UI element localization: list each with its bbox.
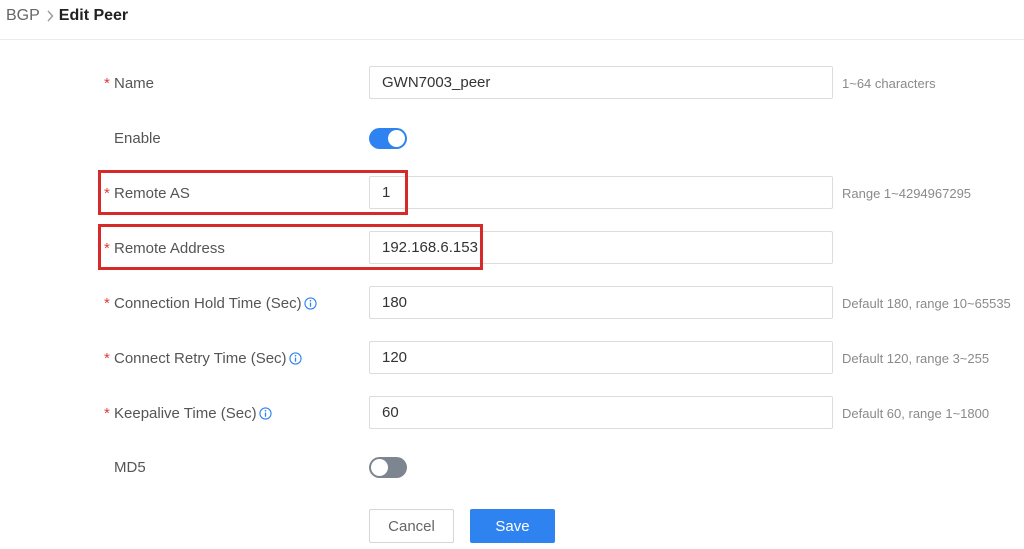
enable-label: Enable: [114, 129, 161, 147]
retry-time-label: * Connect Retry Time (Sec): [104, 341, 302, 375]
required-marker: *: [104, 349, 110, 367]
required-marker: *: [104, 294, 110, 312]
retry-time-hint: Default 120, range 3~255: [842, 350, 990, 366]
remote-address-label: * Remote Address: [104, 239, 225, 257]
form-row-name: * Name 1~64 characters: [0, 66, 1024, 100]
required-marker: *: [104, 184, 110, 202]
breadcrumb-parent-bgp[interactable]: BGP: [6, 7, 40, 25]
form-row-retry-time: * Connect Retry Time (Sec) Default 120, …: [0, 341, 1024, 375]
enable-toggle[interactable]: [369, 128, 407, 149]
remote-address-input[interactable]: [369, 231, 833, 264]
hold-time-input[interactable]: [369, 286, 833, 319]
info-circle-icon[interactable]: [288, 351, 302, 365]
form-row-remote-address: * Remote Address: [0, 231, 1024, 265]
form-row-hold-time: * Connection Hold Time (Sec) Default 180…: [0, 286, 1024, 320]
cancel-button[interactable]: Cancel: [369, 509, 454, 543]
required-marker: *: [104, 74, 110, 92]
remote-as-hint: Range 1~4294967295: [842, 185, 972, 201]
name-hint: 1~64 characters: [842, 75, 936, 91]
md5-toggle[interactable]: [369, 457, 407, 478]
form-row-remote-as: * Remote AS Range 1~4294967295: [0, 176, 1024, 210]
name-input[interactable]: [369, 66, 833, 99]
form-row-md5: MD5: [0, 450, 1024, 484]
name-label: * Name: [104, 74, 155, 92]
info-circle-icon[interactable]: [258, 406, 272, 420]
info-circle-icon[interactable]: [303, 296, 317, 310]
keepalive-time-label: * Keepalive Time (Sec): [104, 396, 272, 430]
hold-time-label: * Connection Hold Time (Sec): [104, 286, 317, 320]
remote-as-input[interactable]: [369, 176, 833, 209]
keepalive-time-input[interactable]: [369, 396, 833, 429]
required-marker: *: [104, 239, 110, 257]
page-header: BGP Edit Peer: [0, 0, 1024, 40]
keepalive-time-hint: Default 60, range 1~1800: [842, 405, 990, 421]
breadcrumb: BGP Edit Peer: [6, 7, 128, 25]
chevron-right-icon: [46, 10, 54, 22]
md5-label: MD5: [114, 458, 146, 476]
remote-as-label: * Remote AS: [104, 184, 190, 202]
hold-time-hint: Default 180, range 10~65535: [842, 295, 1011, 311]
form-row-keepalive-time: * Keepalive Time (Sec) Default 60, range…: [0, 396, 1024, 430]
retry-time-input[interactable]: [369, 341, 833, 374]
page-title: Edit Peer: [58, 7, 129, 24]
toggle-knob: [388, 130, 405, 147]
save-button[interactable]: Save: [470, 509, 555, 543]
required-marker: *: [104, 404, 110, 422]
toggle-knob: [371, 459, 388, 476]
form-row-enable: Enable: [0, 121, 1024, 155]
